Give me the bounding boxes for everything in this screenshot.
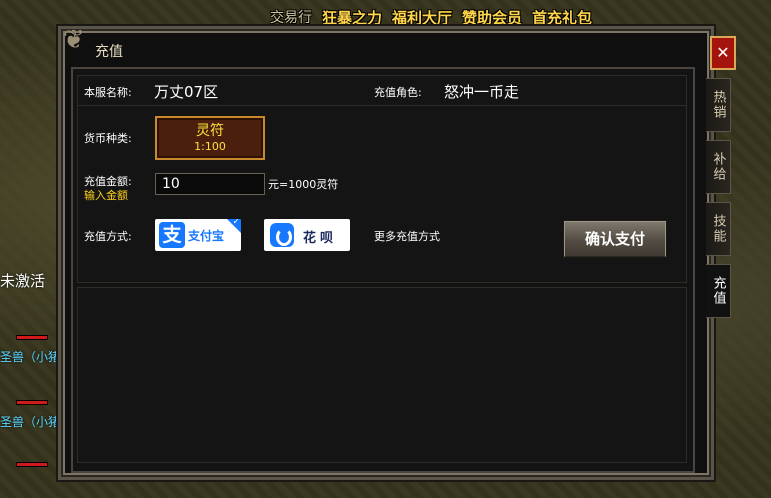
menu-first-recharge-gift[interactable]: 首充礼包 <box>532 7 592 28</box>
alipay-icon: 支 <box>159 222 185 248</box>
bg-hpbar <box>16 462 48 467</box>
bg-hpbar <box>16 335 48 340</box>
alipay-button[interactable]: 支 支付宝 ✓ <box>155 219 241 251</box>
tab-supply[interactable]: 补给 <box>706 140 731 194</box>
menu-welfare-hall[interactable]: 福利大厅 <box>392 7 452 28</box>
role-value: 怒冲一币走 <box>444 83 520 101</box>
menu-berserk[interactable]: 狂暴之力 <box>322 7 382 28</box>
role-label: 充值角色: <box>374 86 422 99</box>
tab-hot-sale[interactable]: 热销 <box>706 78 731 132</box>
menu-trade[interactable]: 交易行 <box>270 7 312 27</box>
check-mark-icon: ✓ <box>232 219 240 227</box>
recharge-form: 本服名称: 万丈07区 充值角色: 怒冲一币走 货币种类: 灵符 1:100 充… <box>77 75 687 283</box>
alipay-label: 支付宝 <box>188 229 225 243</box>
server-label: 本服名称: <box>84 86 132 99</box>
close-icon[interactable]: ✕ <box>710 36 736 70</box>
huabei-label: 花呗 <box>303 231 338 246</box>
confirm-pay-button[interactable]: 确认支付 <box>564 221 666 257</box>
tab-recharge[interactable]: 充值 <box>706 264 731 318</box>
recharge-panel: ❦ 充值 本服名称: 万丈07区 充值角色: 怒冲一币走 货币种类: 灵符 1:… <box>58 25 714 480</box>
huabei-icon <box>270 223 294 247</box>
menu-sponsor-member[interactable]: 赞助会员 <box>462 7 522 28</box>
panel-body: 本服名称: 万丈07区 充值角色: 怒冲一币走 货币种类: 灵符 1:100 充… <box>71 67 695 473</box>
more-methods-link[interactable]: 更多充值方式 <box>374 228 440 244</box>
bg-hpbar <box>16 400 48 405</box>
tab-skills[interactable]: 技能 <box>706 202 731 256</box>
amount-note: 元=1000灵符 <box>268 178 339 191</box>
amount-input[interactable]: 10 <box>155 173 265 195</box>
method-label: 充值方式: <box>84 230 132 243</box>
divider <box>78 105 686 106</box>
dragon-emblem-icon: ❦ <box>63 25 85 55</box>
currency-label: 货币种类: <box>84 132 132 145</box>
empty-content-area <box>77 287 687 463</box>
server-value: 万丈07区 <box>154 83 219 101</box>
panel-title: 充值 <box>95 44 123 60</box>
amount-hint: 输入金额 <box>84 189 128 202</box>
bg-text-unactivated: 未激活 <box>0 272 46 290</box>
currency-option-lingfu[interactable]: 灵符 1:100 <box>155 116 265 160</box>
currency-name: 灵符 <box>196 123 224 139</box>
huabei-button[interactable]: 花呗 <box>264 219 350 251</box>
currency-rate: 1:100 <box>194 140 226 153</box>
